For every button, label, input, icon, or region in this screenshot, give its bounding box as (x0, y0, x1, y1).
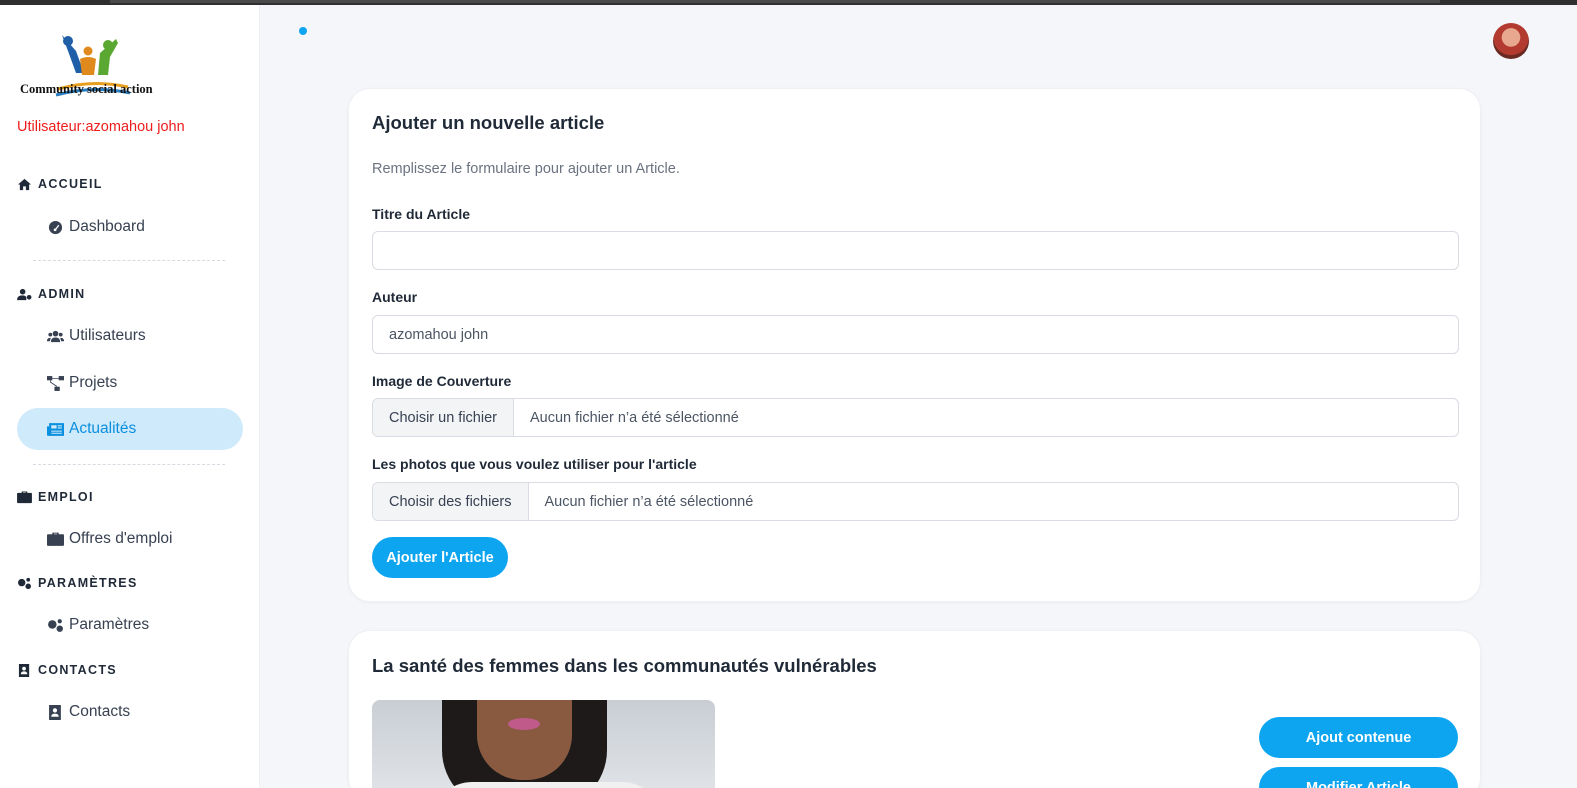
loading-dot (299, 27, 307, 35)
gears-icon (48, 618, 63, 632)
users-icon (47, 330, 64, 342)
article-cover-image (372, 700, 715, 788)
sidebar-item-label: Actualités (69, 420, 137, 437)
photos-label: Les photos que vous voulez utiliser pour… (372, 456, 697, 472)
home-icon (18, 178, 31, 190)
section-admin: ADMIN (17, 287, 85, 301)
title-field-label: Titre du Article (372, 206, 471, 222)
sidebar-item-label: Projets (69, 374, 118, 391)
briefcase-icon (47, 532, 64, 546)
add-article-button[interactable]: Ajouter l'Article (372, 537, 508, 578)
add-article-form-card: Ajouter un nouvelle article Remplissez l… (348, 88, 1481, 602)
section-title: EMPLOI (38, 490, 94, 504)
section-title: ADMIN (38, 287, 86, 301)
file-status: Aucun fichier n’a été sélectionné (544, 493, 754, 510)
contact-book-icon (18, 663, 30, 677)
file-status: Aucun fichier n’a été sélectionné (530, 409, 739, 426)
sidebar-item-utilisateurs[interactable]: Utilisateurs (17, 315, 243, 357)
section-emploi: EMPLOI (17, 490, 94, 504)
cover-image-file-input[interactable]: Choisir un fichier Aucun fichier n’a été… (372, 398, 1459, 437)
briefcase-icon (17, 490, 32, 503)
diagram-icon (47, 375, 64, 391)
sidebar-item-actualites[interactable]: Actualités (17, 408, 243, 450)
gauge-icon (48, 220, 63, 234)
choose-files-button[interactable]: Choisir des fichiers (373, 483, 529, 520)
section-title: ACCUEIL (38, 177, 103, 191)
user-gear-icon (17, 288, 32, 300)
sidebar-item-parametres[interactable]: Paramètres (17, 604, 243, 646)
section-contacts: CONTACTS (17, 663, 117, 677)
form-subtitle: Remplissez le formulaire pour ajouter un… (372, 161, 680, 177)
sidebar-item-offres-emploi[interactable]: Offres d'emploi (17, 518, 243, 560)
section-parametres: PARAMÈTRES (17, 576, 138, 590)
author-input[interactable]: azomahou john (372, 315, 1459, 354)
article-title-input[interactable] (372, 231, 1459, 270)
gears-icon (18, 577, 31, 589)
article-title: La santé des femmes dans les communautés… (372, 655, 877, 676)
form-title: Ajouter un nouvelle article (372, 112, 605, 133)
sidebar-item-dashboard[interactable]: Dashboard (17, 206, 243, 248)
sidebar-item-label: Offres d'emploi (69, 530, 173, 547)
add-content-button[interactable]: Ajout contenue (1259, 717, 1458, 758)
sidebar-item-label: Dashboard (69, 218, 145, 235)
sidebar-item-contacts[interactable]: Contacts (17, 691, 243, 733)
photos-file-input[interactable]: Choisir des fichiers Aucun fichier n’a é… (372, 482, 1459, 521)
section-title: PARAMÈTRES (38, 576, 138, 590)
newspaper-icon (47, 422, 64, 436)
article-card: La santé des femmes dans les communautés… (348, 630, 1481, 788)
sidebar-item-label: Utilisateurs (69, 327, 146, 344)
sidebar-item-label: Paramètres (69, 616, 150, 633)
current-user-label: Utilisateur:azomahou john (17, 119, 185, 135)
author-field-label: Auteur (372, 289, 418, 305)
cover-image-label: Image de Couverture (372, 373, 512, 389)
section-accueil: ACCUEIL (17, 177, 103, 191)
sidebar-divider (33, 464, 225, 465)
sidebar-item-projets[interactable]: Projets (17, 362, 243, 404)
sidebar-item-label: Contacts (69, 703, 131, 720)
brand-name: Community social action (20, 82, 153, 96)
avatar[interactable] (1493, 23, 1529, 59)
section-title: CONTACTS (38, 663, 117, 677)
edit-article-button[interactable]: Modifier Article (1259, 767, 1458, 788)
sidebar-divider (33, 260, 225, 261)
contact-book-icon (49, 704, 61, 720)
sidebar: Community social action Utilisateur:azom… (0, 5, 260, 788)
choose-file-button[interactable]: Choisir un fichier (373, 399, 514, 436)
